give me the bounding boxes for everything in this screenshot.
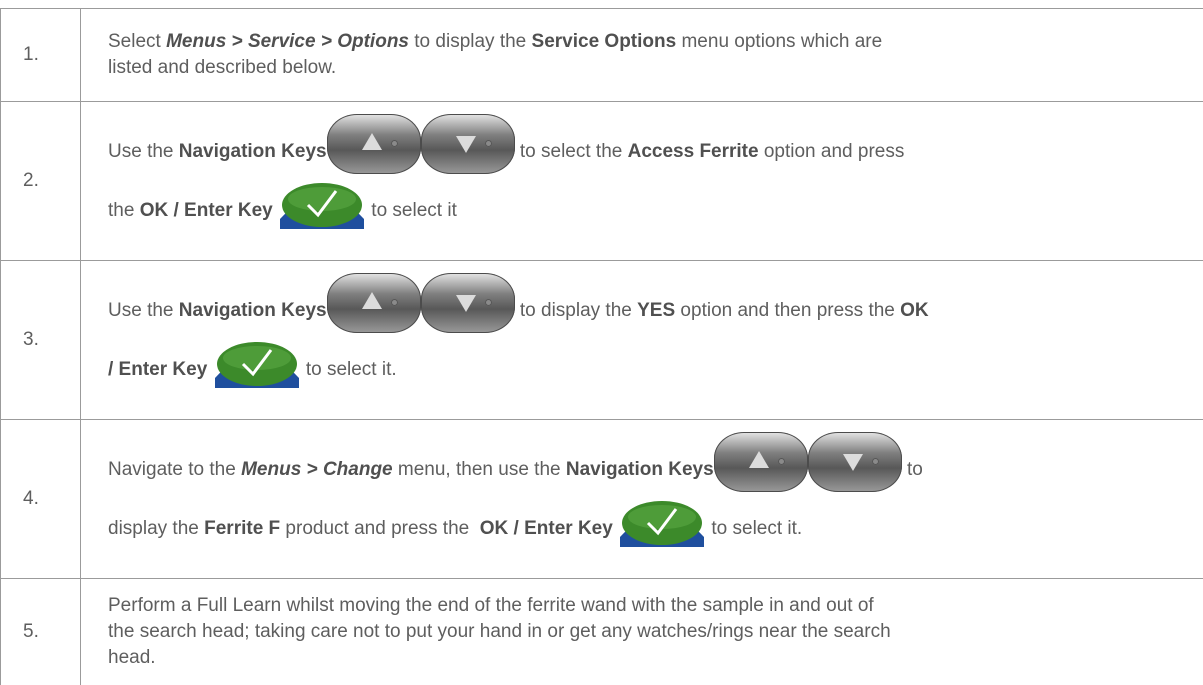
key-name: OK / Enter Key	[480, 518, 613, 539]
step-line: / Enter Key to select it.	[108, 341, 1203, 399]
menu-name: Service Options	[532, 31, 677, 52]
key-name: OK / Enter Key	[140, 200, 273, 221]
step-text: Perform a Full Learn whilst moving the e…	[81, 579, 1203, 685]
step-row: 2. Use the Navigation Keys to select the…	[1, 102, 1203, 261]
navigation-keys	[714, 432, 902, 492]
menu-path-part: Menus	[241, 459, 301, 480]
navigation-keys	[327, 273, 515, 333]
step-text: Select Menus > Service > Options to disp…	[81, 9, 1203, 102]
step-text: Navigate to the Menus > Change menu, the…	[81, 420, 1203, 579]
navigation-keys	[327, 114, 515, 174]
step-line: display the Ferrite F product and press …	[108, 500, 1203, 558]
step-number: 2.	[1, 102, 81, 261]
navigation-down-key-icon	[421, 114, 515, 174]
navigation-down-key-icon	[421, 273, 515, 333]
instruction-steps-table: 1. Select Menus > Service > Options to d…	[0, 8, 1203, 685]
step-row: 3. Use the Navigation Keys to display th…	[1, 261, 1203, 420]
option-name: YES	[637, 300, 675, 321]
menu-path-part: Options	[337, 31, 409, 52]
step-row: 1. Select Menus > Service > Options to d…	[1, 9, 1203, 102]
ok-enter-key-icon	[278, 179, 366, 231]
step-number: 4.	[1, 420, 81, 579]
step-row: 4. Navigate to the Menus > Change menu, …	[1, 420, 1203, 579]
step-line: Use the Navigation Keys to display the Y…	[108, 281, 1203, 341]
step-line: Select Menus > Service > Options to disp…	[108, 29, 1203, 55]
key-name: Navigation Keys	[179, 141, 327, 162]
step-line: Perform a Full Learn whilst moving the e…	[108, 593, 1203, 619]
step-line: the search head; taking care not to put …	[108, 619, 1203, 645]
ok-enter-key-icon	[213, 338, 301, 390]
step-line: the OK / Enter Key to select it	[108, 182, 1203, 240]
step-line: listed and described below.	[108, 55, 1203, 81]
key-name: OK	[900, 300, 929, 321]
step-text: Use the Navigation Keys to display the Y…	[81, 261, 1203, 420]
navigation-down-key-icon	[808, 432, 902, 492]
ok-enter-key-icon	[618, 497, 706, 549]
step-number: 5.	[1, 579, 81, 685]
option-name: Access Ferrite	[628, 141, 759, 162]
step-line: head.	[108, 645, 1203, 671]
step-number: 3.	[1, 261, 81, 420]
step-row: 5. Perform a Full Learn whilst moving th…	[1, 579, 1203, 685]
menu-path-part: Menus	[166, 31, 226, 52]
menu-path-part: Change	[323, 459, 393, 480]
navigation-up-key-icon	[327, 273, 421, 333]
product-name: Ferrite F	[204, 518, 280, 539]
navigation-up-key-icon	[327, 114, 421, 174]
menu-path-part: Service	[248, 31, 316, 52]
step-line: Use the Navigation Keys to select the Ac…	[108, 122, 1203, 182]
step-text: Use the Navigation Keys to select the Ac…	[81, 102, 1203, 261]
key-name: / Enter Key	[108, 359, 207, 380]
key-name: Navigation Keys	[566, 459, 714, 480]
navigation-up-key-icon	[714, 432, 808, 492]
key-name: Navigation Keys	[179, 300, 327, 321]
step-number: 1.	[1, 9, 81, 102]
step-line: Navigate to the Menus > Change menu, the…	[108, 440, 1203, 500]
